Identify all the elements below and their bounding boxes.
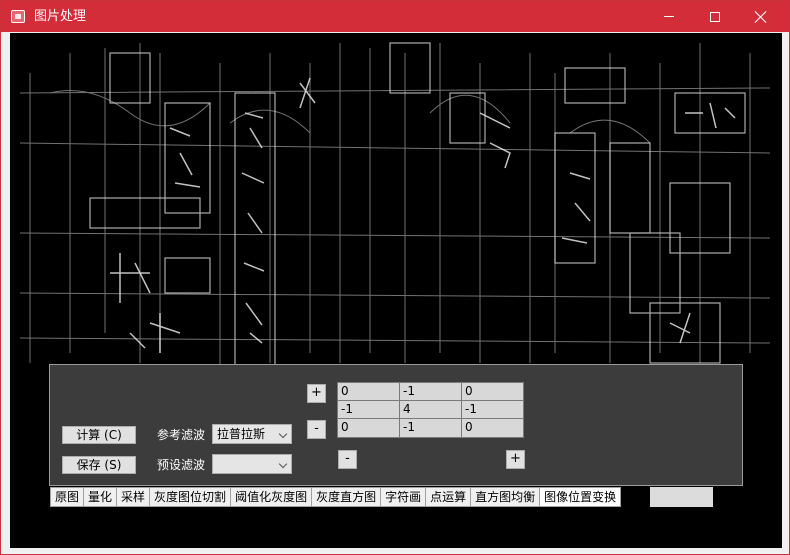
title-bar[interactable]: 图片处理 xyxy=(1,1,789,32)
kernel-cell[interactable]: 0 xyxy=(338,383,400,401)
tab-ascii-art[interactable]: 字符画 xyxy=(381,487,427,507)
tab-threshold-grayscale[interactable]: 阈值化灰度图 xyxy=(231,487,313,507)
kernel-cell[interactable]: 4 xyxy=(400,401,462,419)
app-image-icon xyxy=(11,10,25,23)
kernel-cell[interactable]: -1 xyxy=(400,419,462,437)
kernel-cell[interactable]: -1 xyxy=(400,383,462,401)
add-row-button[interactable]: + xyxy=(307,384,326,403)
kernel-cell[interactable]: -1 xyxy=(462,401,523,419)
tab-histogram-equalization[interactable]: 直方图均衡 xyxy=(471,487,541,507)
close-button[interactable] xyxy=(738,1,784,32)
app-window: 图片处理 计算 (C) 保存 (S) 参考滤波 预设滤波 拉普拉斯 + - - … xyxy=(0,0,790,555)
kernel-matrix-grid: 0 -1 0 -1 4 -1 0 -1 0 xyxy=(337,382,524,438)
tab-image-transform[interactable]: 图像位置变换 xyxy=(540,487,622,507)
remove-row-button[interactable]: - xyxy=(307,420,326,439)
remove-column-button[interactable]: - xyxy=(338,450,357,469)
reference-filter-dropdown[interactable]: 拉普拉斯 xyxy=(212,424,292,444)
maximize-icon xyxy=(710,11,720,22)
tab-gray-histogram[interactable]: 灰度直方图 xyxy=(312,487,382,507)
kernel-cell[interactable]: -1 xyxy=(338,401,400,419)
reference-filter-label: 参考滤波 xyxy=(157,428,206,442)
minimize-icon xyxy=(664,16,674,17)
chevron-down-icon xyxy=(278,429,288,439)
tab-bit-plane-slicing[interactable]: 灰度图位切割 xyxy=(150,487,232,507)
tab-original[interactable]: 原图 xyxy=(50,487,85,507)
chevron-down-icon xyxy=(278,459,288,469)
tab-bar-filler xyxy=(650,487,713,507)
maximize-button[interactable] xyxy=(692,1,738,32)
kernel-cell[interactable]: 0 xyxy=(462,383,523,401)
reference-filter-value: 拉普拉斯 xyxy=(217,427,266,441)
tab-quantize[interactable]: 量化 xyxy=(84,487,118,507)
minimize-button[interactable] xyxy=(646,1,692,32)
save-button[interactable]: 保存 (S) xyxy=(62,456,136,474)
window-title: 图片处理 xyxy=(34,9,87,24)
tab-sampling[interactable]: 采样 xyxy=(117,487,151,507)
close-icon xyxy=(755,11,767,23)
preset-filter-dropdown[interactable] xyxy=(212,454,292,474)
preset-filter-label: 预设滤波 xyxy=(157,458,206,472)
function-tab-bar: 原图 量化 采样 灰度图位切割 阈值化灰度图 灰度直方图 字符画 点运算 直方图… xyxy=(50,487,622,507)
kernel-cell[interactable]: 0 xyxy=(462,419,523,437)
compute-button[interactable]: 计算 (C) xyxy=(62,426,136,444)
kernel-cell[interactable]: 0 xyxy=(338,419,400,437)
tab-point-operation[interactable]: 点运算 xyxy=(426,487,472,507)
add-column-button[interactable]: + xyxy=(506,450,525,469)
